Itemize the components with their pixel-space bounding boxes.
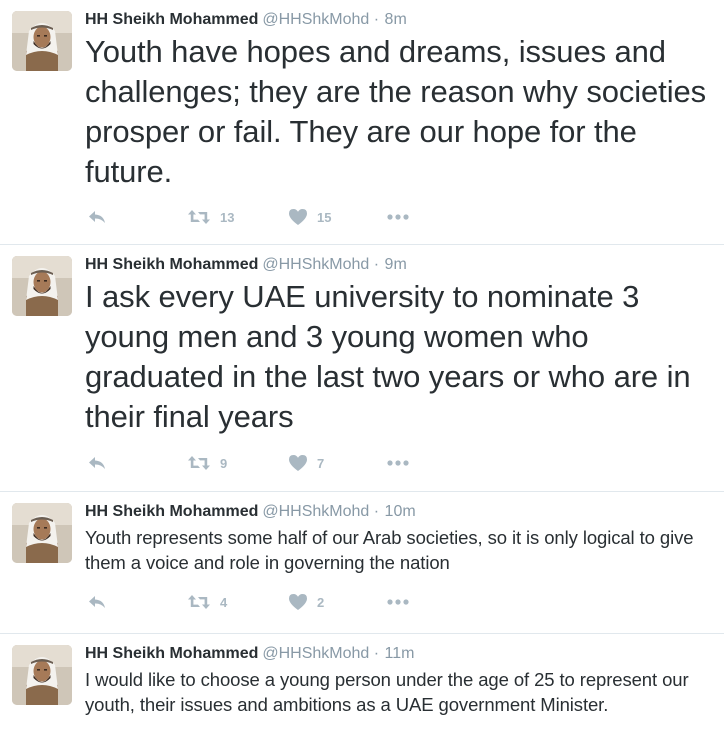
more-button[interactable] <box>387 591 409 613</box>
tweet-text: I would like to choose a young person un… <box>85 669 689 715</box>
tweet-header: HH Sheikh Mohammed @HHShkMohd · 10m <box>85 502 416 522</box>
tweet[interactable]: HH Sheikh Mohammed @HHShkMohd · 8m Youth … <box>0 0 724 245</box>
retweet-button[interactable]: 13 <box>187 206 234 228</box>
author-name[interactable]: HH Sheikh Mohammed <box>85 645 258 662</box>
like-count: 15 <box>317 209 332 225</box>
retweet-icon <box>187 455 211 471</box>
author-name[interactable]: HH Sheikh Mohammed <box>85 503 258 520</box>
retweet-icon <box>187 209 211 225</box>
reply-button[interactable] <box>87 452 107 474</box>
reply-icon <box>87 594 107 610</box>
retweet-count: 4 <box>220 594 228 610</box>
retweet-button[interactable]: 9 <box>187 452 227 474</box>
author-name[interactable]: HH Sheikh Mohammed <box>85 256 258 273</box>
like-button[interactable]: 15 <box>288 206 331 228</box>
more-icon <box>387 460 409 466</box>
tweet[interactable]: HH Sheikh Mohammed @HHShkMohd · 9m I ask … <box>0 245 724 492</box>
avatar[interactable] <box>12 11 72 71</box>
tweet-actions: 4 2 <box>85 591 425 613</box>
retweet-button[interactable]: 4 <box>187 591 227 613</box>
avatar[interactable] <box>12 256 72 316</box>
author-handle[interactable]: @HHShkMohd <box>262 503 369 520</box>
tweet-text: Youth represents some half of our Arab s… <box>85 527 694 573</box>
author-handle[interactable]: @HHShkMohd <box>262 11 369 28</box>
tweet-actions: 9 7 <box>85 452 425 474</box>
heart-icon <box>288 454 308 472</box>
more-icon <box>387 599 409 605</box>
author-handle[interactable]: @HHShkMohd <box>262 645 369 662</box>
timestamp[interactable]: 8m <box>385 11 407 28</box>
like-button[interactable]: 7 <box>288 452 324 474</box>
tweet[interactable]: HH Sheikh Mohammed @HHShkMohd · 10m Youth… <box>0 492 724 634</box>
tweet-timeline: HH Sheikh Mohammed @HHShkMohd · 8m Youth … <box>0 0 724 742</box>
separator: · <box>373 11 380 28</box>
author-handle[interactable]: @HHShkMohd <box>262 256 369 273</box>
reply-icon <box>87 455 107 471</box>
heart-icon <box>288 593 308 611</box>
separator: · <box>373 503 380 520</box>
retweet-icon <box>187 594 211 610</box>
reply-icon <box>87 209 107 225</box>
retweet-count: 13 <box>220 209 235 225</box>
tweet-header: HH Sheikh Mohammed @HHShkMohd · 8m <box>85 10 407 30</box>
timestamp[interactable]: 11m <box>385 645 415 662</box>
tweet-text: Youth have hopes and dreams, issues and … <box>85 34 707 189</box>
timestamp[interactable]: 9m <box>385 256 407 273</box>
separator: · <box>373 645 380 662</box>
more-button[interactable] <box>387 206 409 228</box>
reply-button[interactable] <box>87 591 107 613</box>
tweet-header: HH Sheikh Mohammed @HHShkMohd · 9m <box>85 255 407 275</box>
author-name[interactable]: HH Sheikh Mohammed <box>85 11 258 28</box>
avatar[interactable] <box>12 645 72 705</box>
like-count: 7 <box>317 455 325 471</box>
timestamp[interactable]: 10m <box>385 503 416 520</box>
like-button[interactable]: 2 <box>288 591 324 613</box>
tweet-actions: 13 15 <box>85 206 425 228</box>
avatar[interactable] <box>12 503 72 563</box>
more-icon <box>387 214 409 220</box>
like-count: 2 <box>317 594 325 610</box>
tweet-header: HH Sheikh Mohammed @HHShkMohd · 11m <box>85 644 414 664</box>
separator: · <box>373 256 380 273</box>
tweet[interactable]: HH Sheikh Mohammed @HHShkMohd · 11m I wou… <box>0 634 724 742</box>
more-button[interactable] <box>387 452 409 474</box>
tweet-text: I ask every UAE university to nominate 3… <box>85 279 691 434</box>
retweet-count: 9 <box>220 455 228 471</box>
reply-button[interactable] <box>87 206 107 228</box>
heart-icon <box>288 208 308 226</box>
